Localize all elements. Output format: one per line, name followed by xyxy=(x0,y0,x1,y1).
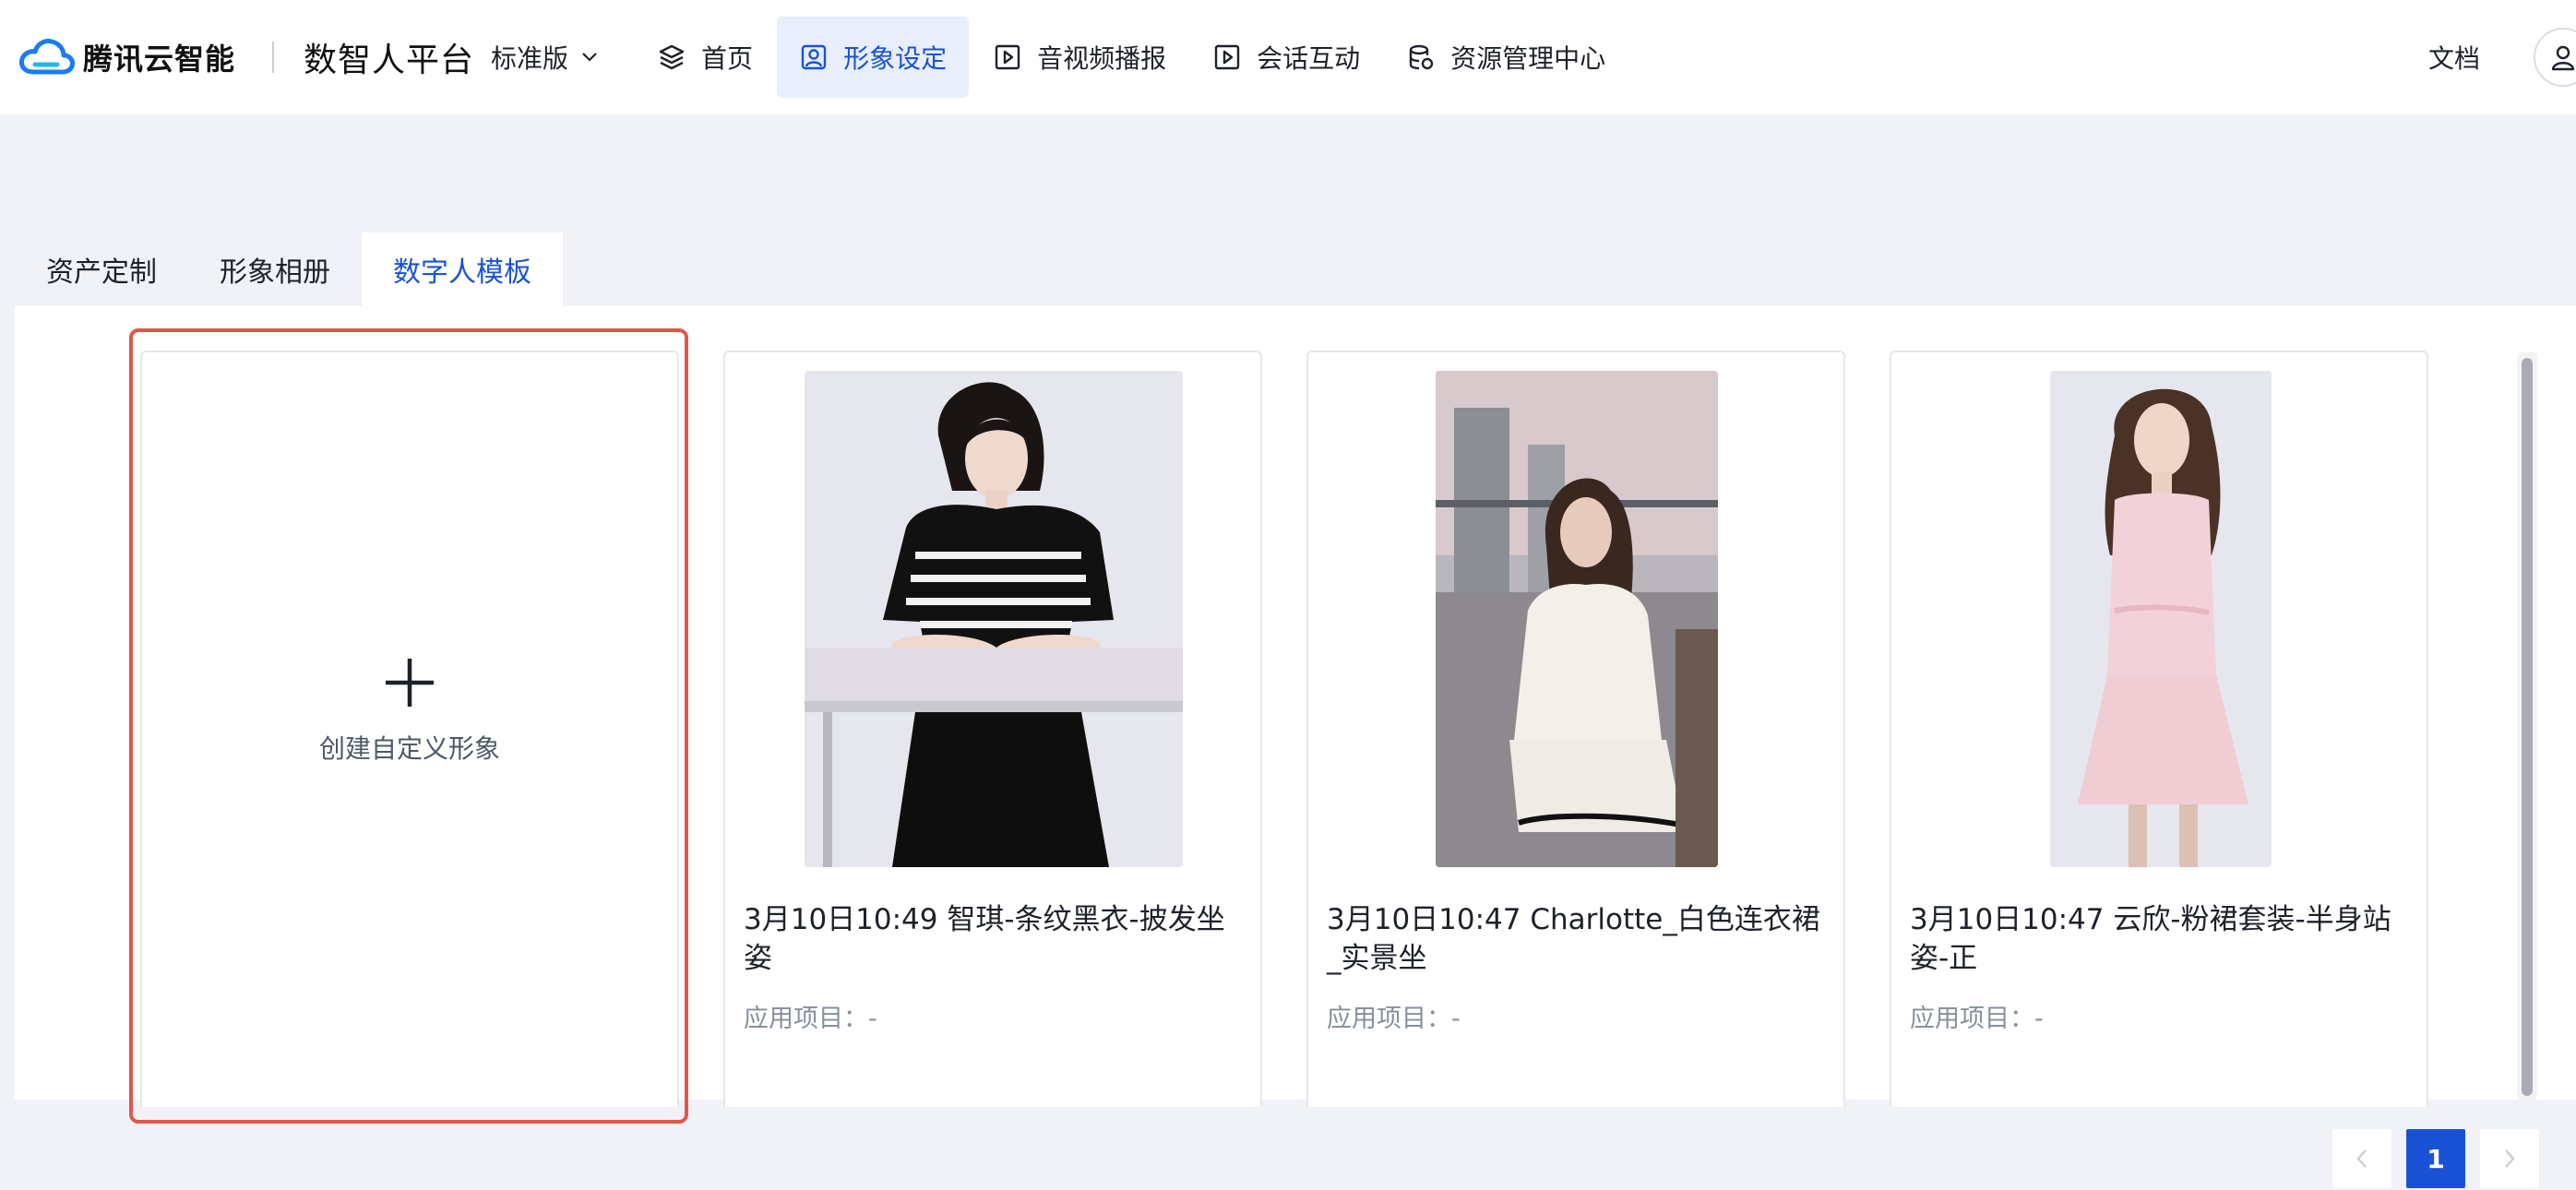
tab-digital-human-templates[interactable]: 数字人模板 xyxy=(362,232,563,306)
chevron-left-icon xyxy=(2356,1149,2367,1168)
nav-label: 形象设定 xyxy=(843,43,948,74)
template-card[interactable]: 3月10日10:47 云欣-粉裙套装-半身站姿-正 应用项目：- xyxy=(1890,351,2428,1107)
portrait-icon xyxy=(801,44,827,70)
nav-item-resource-center[interactable]: 资源管理中心 xyxy=(1384,17,1628,98)
template-title: 3月10日10:49 智琪-条纹黑衣-披发坐姿 xyxy=(744,903,1225,975)
nav-item-home[interactable]: 首页 xyxy=(635,17,775,98)
user-icon xyxy=(2551,45,2575,71)
tab-asset-customization[interactable]: 资产定制 xyxy=(15,232,188,306)
nav-item-av-broadcast[interactable]: 音视频播报 xyxy=(971,17,1188,98)
tencent-cloud-logo-icon xyxy=(19,39,75,75)
platform-title: 数智人平台 xyxy=(304,42,475,79)
nav-item-avatar-settings[interactable]: 形象设定 xyxy=(777,17,970,98)
layers-icon xyxy=(659,44,685,70)
template-project: 应用项目：- xyxy=(1327,1005,1461,1033)
vertical-scrollbar[interactable] xyxy=(2517,352,2537,1100)
template-project: 应用项目：- xyxy=(744,1005,877,1033)
nav-label: 会话互动 xyxy=(1257,43,1361,74)
docs-link[interactable]: 文档 xyxy=(2428,39,2480,76)
top-navigation-bar: 腾讯云智能 数智人平台 标准版 首页 形象设定 音视频播报 会话互动 资源管理中… xyxy=(0,0,2576,114)
page-number-button[interactable]: 1 xyxy=(2406,1129,2465,1188)
brand-divider xyxy=(272,42,275,73)
topbar-right: 文档 xyxy=(2428,0,2576,114)
asset-tabs: 资产定制 形象相册 数字人模板 xyxy=(15,232,563,306)
brand-name: 腾讯云智能 xyxy=(83,42,236,77)
nav-label: 资源管理中心 xyxy=(1450,43,1606,74)
brand[interactable]: 腾讯云智能 xyxy=(17,35,235,79)
avatar-thumbnail-image xyxy=(1436,371,1718,867)
main-nav: 首页 形象设定 音视频播报 会话互动 资源管理中心 xyxy=(635,0,1629,114)
user-avatar[interactable] xyxy=(2534,28,2576,87)
play-icon xyxy=(995,44,1020,70)
scrollbar-thumb[interactable] xyxy=(2522,358,2533,1096)
chevron-down-icon xyxy=(582,53,597,62)
nav-label: 首页 xyxy=(701,43,754,74)
edition-label: 标准版 xyxy=(491,43,569,74)
chevron-right-icon xyxy=(2505,1149,2515,1168)
template-title: 3月10日10:47 Charlotte_白色连衣裙_实景坐 xyxy=(1327,903,1820,975)
template-title: 3月10日10:47 云欣-粉裙套装-半身站姿-正 xyxy=(1910,903,2391,975)
tab-avatar-album[interactable]: 形象相册 xyxy=(188,232,362,306)
avatar-thumbnail-image xyxy=(2050,371,2272,867)
prev-page-button[interactable] xyxy=(2332,1129,2391,1188)
database-icon xyxy=(1409,44,1434,70)
nav-label: 音视频播报 xyxy=(1037,43,1167,74)
play-icon xyxy=(1214,44,1240,70)
next-page-button[interactable] xyxy=(2480,1129,2539,1188)
highlight-box xyxy=(129,328,688,1124)
edition-selector[interactable]: 标准版 xyxy=(491,39,598,76)
avatar-thumbnail-image xyxy=(805,371,1183,867)
template-project: 应用项目：- xyxy=(1910,1005,2044,1033)
template-card[interactable]: 3月10日10:49 智琪-条纹黑衣-披发坐姿 应用项目：- xyxy=(723,351,1262,1107)
template-card[interactable]: 3月10日10:47 Charlotte_白色连衣裙_实景坐 应用项目：- xyxy=(1306,351,1845,1107)
nav-item-conversation[interactable]: 会话互动 xyxy=(1190,17,1382,98)
